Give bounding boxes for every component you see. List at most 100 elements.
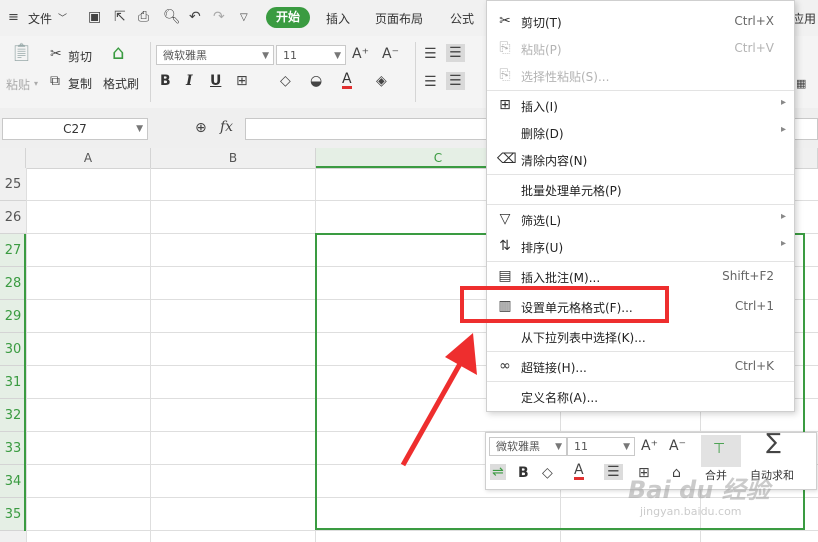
- watermark-brand: Bai du 经验: [628, 476, 770, 504]
- cut-icon: ✂: [50, 46, 62, 62]
- format-painter-button[interactable]: 格式刷: [103, 75, 139, 92]
- sum-icon[interactable]: ∑: [766, 432, 781, 454]
- align-middle-icon[interactable]: ☰: [446, 44, 465, 62]
- row-header[interactable]: 26: [0, 201, 26, 234]
- row-header[interactable]: 34: [0, 465, 26, 498]
- menu-separator: [487, 174, 794, 175]
- paste-special-icon: ⎘: [499, 67, 511, 83]
- chevron-down-icon[interactable]: ▾: [34, 76, 38, 92]
- undo-icon[interactable]: ↶: [189, 9, 201, 25]
- menu-item-label: 批量处理单元格(P): [521, 184, 622, 198]
- menu-item-label: 插入批注(M)...: [521, 271, 601, 285]
- wrap-text-icon[interactable]: ⇌: [490, 464, 506, 480]
- font-size-select[interactable]: 11 ▼: [276, 45, 346, 65]
- save-icon[interactable]: ▣: [88, 9, 101, 25]
- menu-item-batch-process[interactable]: 批量处理单元格(P): [487, 176, 794, 203]
- mini-font-name-select[interactable]: 微软雅黑 ▼: [489, 437, 567, 456]
- mini-font-size-select[interactable]: 11 ▼: [567, 437, 635, 456]
- font-shrink-icon[interactable]: A⁻: [669, 438, 686, 454]
- eraser-icon: ⌫: [497, 151, 517, 167]
- align-left-icon[interactable]: ☰: [424, 74, 437, 90]
- border-icon[interactable]: ⊞: [236, 73, 248, 89]
- export-icon[interactable]: ⇱: [114, 9, 126, 25]
- row-header[interactable]: 30: [0, 333, 26, 366]
- tab-formula[interactable]: 公式: [450, 10, 474, 27]
- column-header-a[interactable]: A: [26, 148, 151, 168]
- fill-color-icon[interactable]: ◇: [542, 465, 553, 481]
- formula-input-end[interactable]: [792, 118, 818, 140]
- menu-item-insert[interactable]: ⊞ 插入(I) ▸: [487, 92, 794, 119]
- watermark-url: jingyan.baidu.com: [640, 505, 742, 518]
- redo-icon[interactable]: ↷: [213, 9, 225, 25]
- bold-button[interactable]: B: [160, 73, 171, 89]
- menu-item-paste[interactable]: ⎘ 粘贴(P) Ctrl+V: [487, 35, 794, 62]
- menu-item-pick-from-list[interactable]: 从下拉列表中选择(K)...: [487, 323, 794, 350]
- mini-merge-button[interactable]: ⊤: [701, 435, 741, 467]
- font-shrink-icon[interactable]: A⁻: [382, 46, 399, 62]
- ribbon-divider: [415, 42, 416, 102]
- align-top-icon[interactable]: ☰: [424, 46, 437, 62]
- menu-separator: [487, 261, 794, 262]
- chevron-down-icon: ▼: [262, 51, 269, 61]
- tab-apps[interactable]: 应用: [792, 10, 816, 27]
- insert-cells-icon: ⊞: [499, 97, 511, 113]
- theme-color-icon[interactable]: ◒: [310, 73, 322, 89]
- menu-item-define-name[interactable]: 定义名称(A)...: [487, 383, 794, 410]
- paste-button[interactable]: 粘贴: [6, 76, 30, 93]
- name-box[interactable]: C27 ▼: [2, 118, 148, 140]
- font-color-icon[interactable]: A: [342, 72, 352, 89]
- comment-icon: ▤: [498, 268, 512, 284]
- menu-item-clear-content[interactable]: ⌫ 清除内容(N): [487, 146, 794, 173]
- row-header[interactable]: 25: [0, 168, 26, 201]
- row-header[interactable]: 33: [0, 432, 26, 465]
- font-grow-icon[interactable]: A⁺: [352, 46, 369, 62]
- font-color-icon[interactable]: A: [574, 463, 584, 480]
- print-icon[interactable]: ⎙: [138, 9, 149, 25]
- sort-icon: ⇅: [499, 238, 511, 254]
- menu-item-label: 从下拉列表中选择(K)...: [521, 331, 646, 345]
- clear-format-icon[interactable]: ◈: [376, 73, 387, 89]
- row-header[interactable]: 32: [0, 399, 26, 432]
- menu-item-delete[interactable]: 删除(D) ▸: [487, 119, 794, 146]
- mini-bold-button[interactable]: B: [518, 465, 529, 481]
- align-center-icon[interactable]: ☰: [446, 72, 465, 90]
- column-header-b[interactable]: B: [151, 148, 316, 168]
- print-preview-icon[interactable]: 🔍︎: [163, 9, 181, 25]
- underline-button[interactable]: U: [210, 73, 221, 89]
- tab-start[interactable]: 开始: [266, 7, 310, 28]
- fill-color-icon[interactable]: ◇: [280, 73, 291, 89]
- copy-button[interactable]: 复制: [68, 75, 92, 92]
- select-all-corner[interactable]: [0, 148, 26, 168]
- cut-button[interactable]: 剪切: [68, 48, 92, 65]
- menu-file[interactable]: 文件: [28, 10, 52, 27]
- menu-item-hyperlink[interactable]: ∞ 超链接(H)... Ctrl+K: [487, 353, 794, 380]
- row-header[interactable]: 31: [0, 366, 26, 399]
- menu-item-cut[interactable]: ✂ 剪切(T) Ctrl+X: [487, 8, 794, 35]
- italic-button[interactable]: I: [186, 73, 193, 89]
- chevron-down-icon[interactable]: ﹀: [58, 11, 67, 27]
- ribbon-divider: [150, 42, 151, 102]
- align-center-icon[interactable]: ☰: [604, 464, 623, 480]
- formula-input[interactable]: [245, 118, 505, 140]
- menu-item-filter[interactable]: ▽ 筛选(L) ▸: [487, 206, 794, 233]
- font-grow-icon[interactable]: A⁺: [641, 438, 658, 454]
- percent-icon[interactable]: ▦: [796, 76, 806, 92]
- menu-item-label: 粘贴(P): [521, 43, 562, 57]
- chevron-down-icon: ▼: [334, 51, 341, 61]
- row-header[interactable]: 28: [0, 267, 26, 300]
- menu-item-sort[interactable]: ⇅ 排序(U) ▸: [487, 233, 794, 260]
- menu-item-label: 排序(U): [521, 241, 564, 255]
- row-header[interactable]: 27: [0, 234, 26, 267]
- cut-icon: ✂: [499, 13, 511, 29]
- fx-icon[interactable]: fx: [220, 119, 233, 135]
- row-header[interactable]: 29: [0, 300, 26, 333]
- tab-page-layout[interactable]: 页面布局: [375, 10, 423, 27]
- zoom-icon[interactable]: ⊕: [195, 120, 207, 136]
- customize-icon[interactable]: ▽: [240, 10, 248, 26]
- font-name-select[interactable]: 微软雅黑 ▼: [156, 45, 274, 65]
- menu-icon[interactable]: ≡: [8, 10, 19, 26]
- row-header[interactable]: 35: [0, 498, 26, 531]
- paste-icon[interactable]: 📋︎: [10, 44, 33, 62]
- menu-item-paste-special[interactable]: ⎘ 选择性粘贴(S)...: [487, 62, 794, 89]
- tab-insert[interactable]: 插入: [326, 10, 350, 27]
